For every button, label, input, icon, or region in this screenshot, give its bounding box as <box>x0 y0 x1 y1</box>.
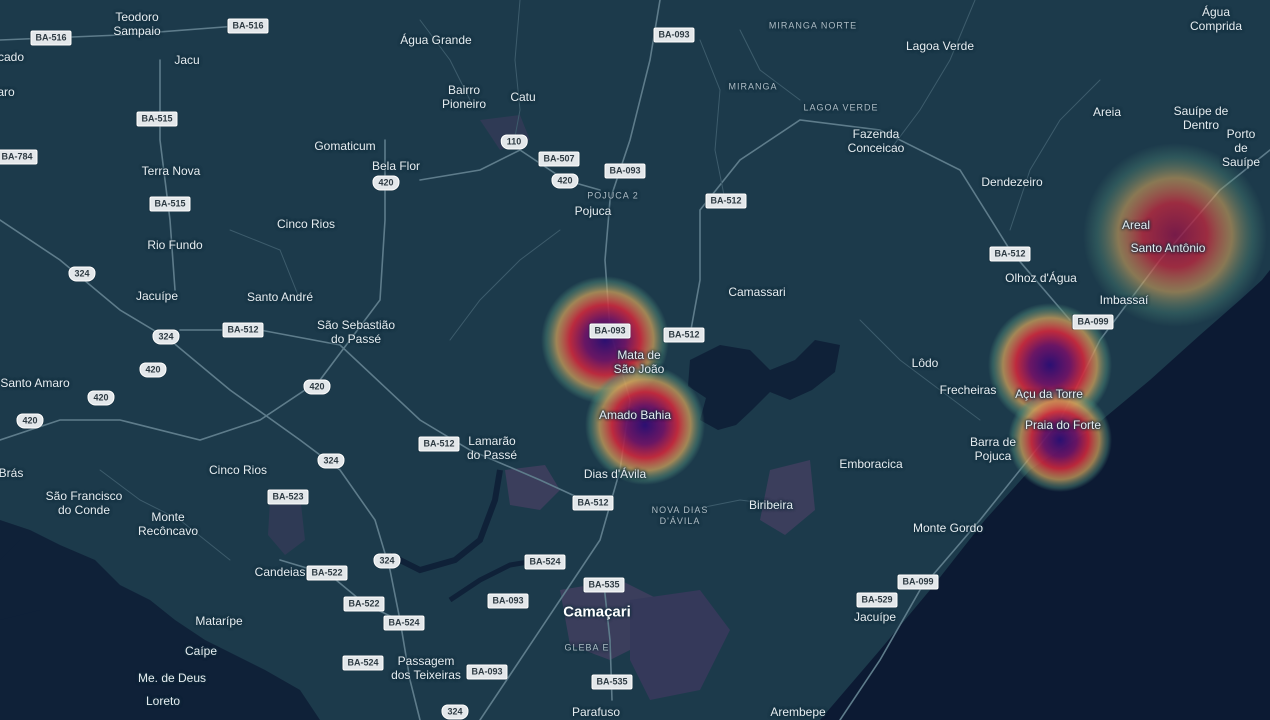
road-shield: 420 <box>551 173 579 189</box>
road-shield: 420 <box>372 175 400 191</box>
road-shield: 324 <box>317 453 345 469</box>
road-shield: BA-524 <box>524 554 566 570</box>
road-shield: BA-515 <box>136 111 178 127</box>
road-shield: BA-516 <box>227 18 269 34</box>
road-shield: 324 <box>152 329 180 345</box>
road-shield: BA-099 <box>1072 314 1114 330</box>
heat-spot <box>1083 143 1267 327</box>
road-shield: BA-523 <box>267 489 309 505</box>
road-shield: 420 <box>87 390 115 406</box>
road-shield: BA-093 <box>604 163 646 179</box>
road-shield: 324 <box>441 704 469 720</box>
road-shield: 324 <box>373 553 401 569</box>
road-shield: BA-522 <box>306 565 348 581</box>
heat-spot <box>585 365 705 485</box>
road-shield: BA-535 <box>583 577 625 593</box>
road-shield: BA-515 <box>149 196 191 212</box>
road-shield: BA-524 <box>383 615 425 631</box>
road-shield: BA-507 <box>538 151 580 167</box>
road-shield: BA-512 <box>705 193 747 209</box>
road-shield: 324 <box>68 266 96 282</box>
road-shield: 420 <box>16 413 44 429</box>
road-shield: BA-099 <box>897 574 939 590</box>
road-shield: 420 <box>303 379 331 395</box>
road-shield: BA-522 <box>343 596 385 612</box>
road-shield: BA-093 <box>487 593 529 609</box>
road-shield: BA-512 <box>418 436 460 452</box>
road-shield: BA-529 <box>856 592 898 608</box>
road-shield: BA-512 <box>989 246 1031 262</box>
road-shield: BA-535 <box>591 674 633 690</box>
road-shield: BA-524 <box>342 655 384 671</box>
road-shield: 420 <box>139 362 167 378</box>
road-shield: BA-516 <box>30 30 72 46</box>
road-shield: BA-512 <box>222 322 264 338</box>
road-shield: BA-512 <box>663 327 705 343</box>
map-canvas[interactable]: Teodoro Sampaio Água Grande Jacu cado aro Bai… <box>0 0 1270 720</box>
heat-spot <box>1008 388 1112 492</box>
road-shield: BA-093 <box>466 664 508 680</box>
road-shield: BA-784 <box>0 149 38 165</box>
road-shield: 110 <box>500 134 528 150</box>
road-shield: BA-093 <box>589 323 631 339</box>
heatmap-layer <box>541 143 1267 492</box>
road-shield: BA-512 <box>572 495 614 511</box>
road-shield: BA-093 <box>653 27 695 43</box>
